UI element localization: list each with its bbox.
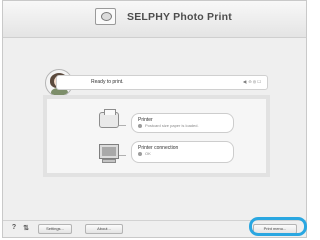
connection-card-status: OK	[138, 151, 151, 156]
printer-icon	[99, 109, 119, 128]
printer-status-text: Postcard size paper is loaded.	[145, 123, 199, 128]
status-bar: Ready to print. ◀) ⊖ ◎ ☐	[56, 75, 268, 90]
printer-card-status: Postcard size paper is loaded.	[138, 123, 199, 128]
status-text: Ready to print.	[91, 79, 124, 85]
status-indicator-icons: ◀) ⊖ ◎ ☐	[242, 79, 261, 84]
connection-status-text: OK	[145, 151, 151, 156]
about-button[interactable]: About...	[85, 224, 123, 234]
print-menu-highlight-ring	[249, 217, 307, 236]
connection-connector-line	[119, 155, 126, 156]
status-dot-icon	[138, 123, 142, 128]
app-window: SELPHY Photo Print Ready to print. ◀) ⊖ …	[2, 0, 307, 238]
tools-icon[interactable]: ⇅	[21, 224, 31, 232]
status-dot-icon	[138, 151, 142, 156]
settings-button[interactable]: Settings...	[38, 224, 72, 234]
app-header: SELPHY Photo Print	[3, 1, 306, 38]
selphy-logo-icon	[95, 8, 116, 25]
printer-connector-line	[119, 125, 126, 126]
computer-icon	[99, 144, 119, 159]
help-icon[interactable]: ?	[9, 224, 19, 231]
computer-base-icon	[102, 159, 116, 163]
app-title: SELPHY Photo Print	[127, 11, 232, 23]
connection-status-card: Printer connection OK	[131, 141, 234, 163]
device-status-panel: Printer Postcard size paper is loaded. P…	[43, 95, 270, 177]
printer-status-card: Printer Postcard size paper is loaded.	[131, 113, 234, 133]
